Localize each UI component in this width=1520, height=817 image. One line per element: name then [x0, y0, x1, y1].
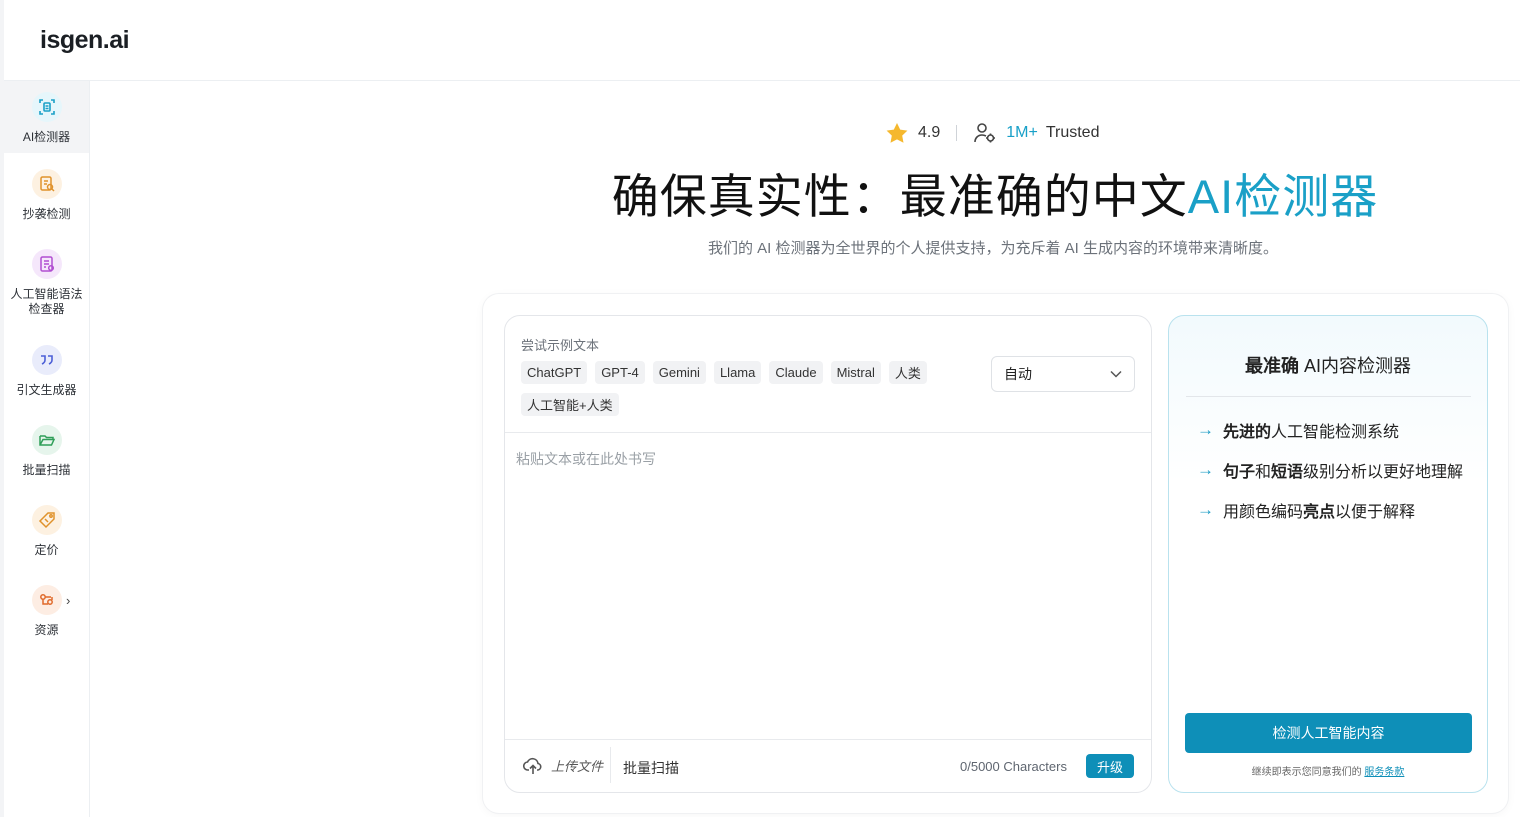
sample-chip-human[interactable]: 人类 — [888, 361, 927, 384]
arrow-right-icon: → — [1197, 460, 1214, 479]
upgrade-button[interactable]: 升级 — [1086, 754, 1134, 778]
sidebar-item-label: AI检测器 — [22, 130, 71, 144]
page-title: 确保真实性：最准确的中文AI检测器 — [0, 158, 1520, 227]
features-panel: 最准确 AI内容检测器 → 先进的 人工智能检测系统 → 句子和短语 级别分析以更… — [1168, 315, 1488, 793]
chevron-down-icon — [1110, 370, 1122, 378]
rating-divider — [956, 125, 958, 141]
feature-item: → 先进的 人工智能检测系统 — [1197, 418, 1399, 442]
folder-open-icon — [31, 425, 62, 455]
ai-detector-icon — [31, 92, 62, 122]
feature-text-bold: 句子 — [1223, 464, 1256, 481]
sidebar-item-label: 批量扫描 — [22, 463, 71, 477]
sample-chip-chatgpt[interactable]: ChatGPT — [521, 361, 588, 384]
sample-chip-llama[interactable]: Llama — [713, 361, 762, 384]
sample-chip-claude[interactable]: Claude — [769, 361, 823, 384]
samples-label: 尝试示例文本 — [521, 338, 600, 353]
arrow-right-icon: → — [1197, 420, 1214, 439]
trusted-label: Trusted — [1045, 124, 1100, 141]
sample-chip-gemini[interactable]: Gemini — [652, 361, 706, 384]
panel-title-bold: 最准确 — [1244, 356, 1299, 376]
user-count: 1M+ — [1006, 124, 1038, 141]
sample-chips: ChatGPT GPT-4 Gemini Llama Claude Mistra… — [521, 361, 951, 416]
citation-quote-icon — [31, 345, 62, 375]
chevron-right-icon: › — [66, 593, 71, 608]
feature-text: 用颜色编码 — [1223, 504, 1304, 521]
sidebar-item-batch-scan[interactable]: 批量扫描 — [4, 425, 89, 489]
sidebar-item-label: 定价 — [34, 543, 59, 557]
feature-text-bold: 先进的 — [1223, 424, 1272, 441]
terms-notice: 继续即表示您同意我们的 服务条款 — [1169, 763, 1487, 778]
rating-bar: 4.9 1M+ Trusted — [885, 120, 1099, 146]
sample-chip-ai-human[interactable]: 人工智能+人类 — [521, 393, 619, 416]
feature-text: 和 — [1255, 464, 1272, 481]
resources-icon — [31, 585, 62, 615]
terms-prefix: 继续即表示您同意我们的 — [1251, 767, 1362, 778]
users-trust-icon — [973, 121, 997, 145]
character-count: 0/5000 Characters — [960, 759, 1067, 774]
arrow-right-icon: → — [1197, 500, 1214, 519]
page-title-main: 确保真实性：最准确的中文 — [611, 170, 1188, 223]
page-subtitle: 我们的 AI 检测器为全世界的个人提供支持，为充斥着 AI 生成内容的环境带来清… — [707, 240, 1279, 257]
feature-item: → 用颜色编码 亮点 以便于解释 — [1197, 498, 1415, 522]
panel-title-rest: AI内容检测器 — [1298, 356, 1411, 376]
feature-text-bold: 短语 — [1271, 464, 1304, 481]
editor-footer-divider — [505, 739, 1151, 740]
price-tag-icon — [31, 505, 62, 535]
upload-file-label: 上传文件 — [551, 759, 604, 774]
panel-divider — [1186, 396, 1471, 397]
star-icon — [885, 122, 909, 144]
sidebar-item-label: 引文生成器 — [16, 383, 77, 397]
sidebar-item-grammar-checker[interactable]: 人工智能语法检查器 — [4, 249, 89, 327]
upload-file-button[interactable]: 上传文件 — [523, 756, 603, 775]
panel-title: 最准确 AI内容检测器 — [1169, 352, 1487, 378]
cloud-upload-icon — [523, 757, 543, 775]
language-select-value: 自动 — [1004, 366, 1032, 382]
rating-score: 4.9 — [918, 124, 941, 141]
feature-text: 人工智能检测系统 — [1271, 424, 1400, 441]
text-editor-panel: 尝试示例文本 ChatGPT GPT-4 Gemini Llama Claude… — [504, 315, 1152, 793]
logo[interactable]: isgen.ai — [40, 26, 130, 55]
terms-of-service-link[interactable]: 服务条款 — [1364, 767, 1404, 778]
feature-text-bold: 亮点 — [1303, 504, 1336, 521]
sidebar-item-label: 资源 — [34, 623, 59, 637]
page-title-accent: AI检测器 — [1187, 170, 1379, 223]
footer-divider — [610, 747, 611, 783]
feature-item: → 句子和短语 级别分析以更好地理解 — [1197, 458, 1463, 482]
feature-text: 级别分析以更好地理解 — [1303, 464, 1464, 481]
top-bar: isgen.ai — [4, 0, 1520, 81]
sidebar-item-ai-detector[interactable]: AI检测器 — [4, 81, 89, 153]
text-input[interactable] — [506, 433, 1150, 739]
feature-text: 以便于解释 — [1335, 504, 1416, 521]
detect-ai-content-button[interactable]: 检测人工智能内容 — [1185, 713, 1472, 753]
sample-chip-gpt4[interactable]: GPT-4 — [595, 361, 645, 384]
sidebar-item-label: 人工智能语法检查器 — [10, 287, 83, 316]
sidebar-item-pricing[interactable]: 定价 — [4, 505, 89, 569]
language-select[interactable]: 自动 — [991, 356, 1135, 392]
sidebar-item-resources[interactable]: › 资源 — [4, 585, 89, 649]
sample-chip-mistral[interactable]: Mistral — [830, 361, 881, 384]
sidebar-item-citation-generator[interactable]: 引文生成器 — [4, 345, 89, 409]
batch-scan-button[interactable]: 批量扫描 — [623, 758, 679, 778]
